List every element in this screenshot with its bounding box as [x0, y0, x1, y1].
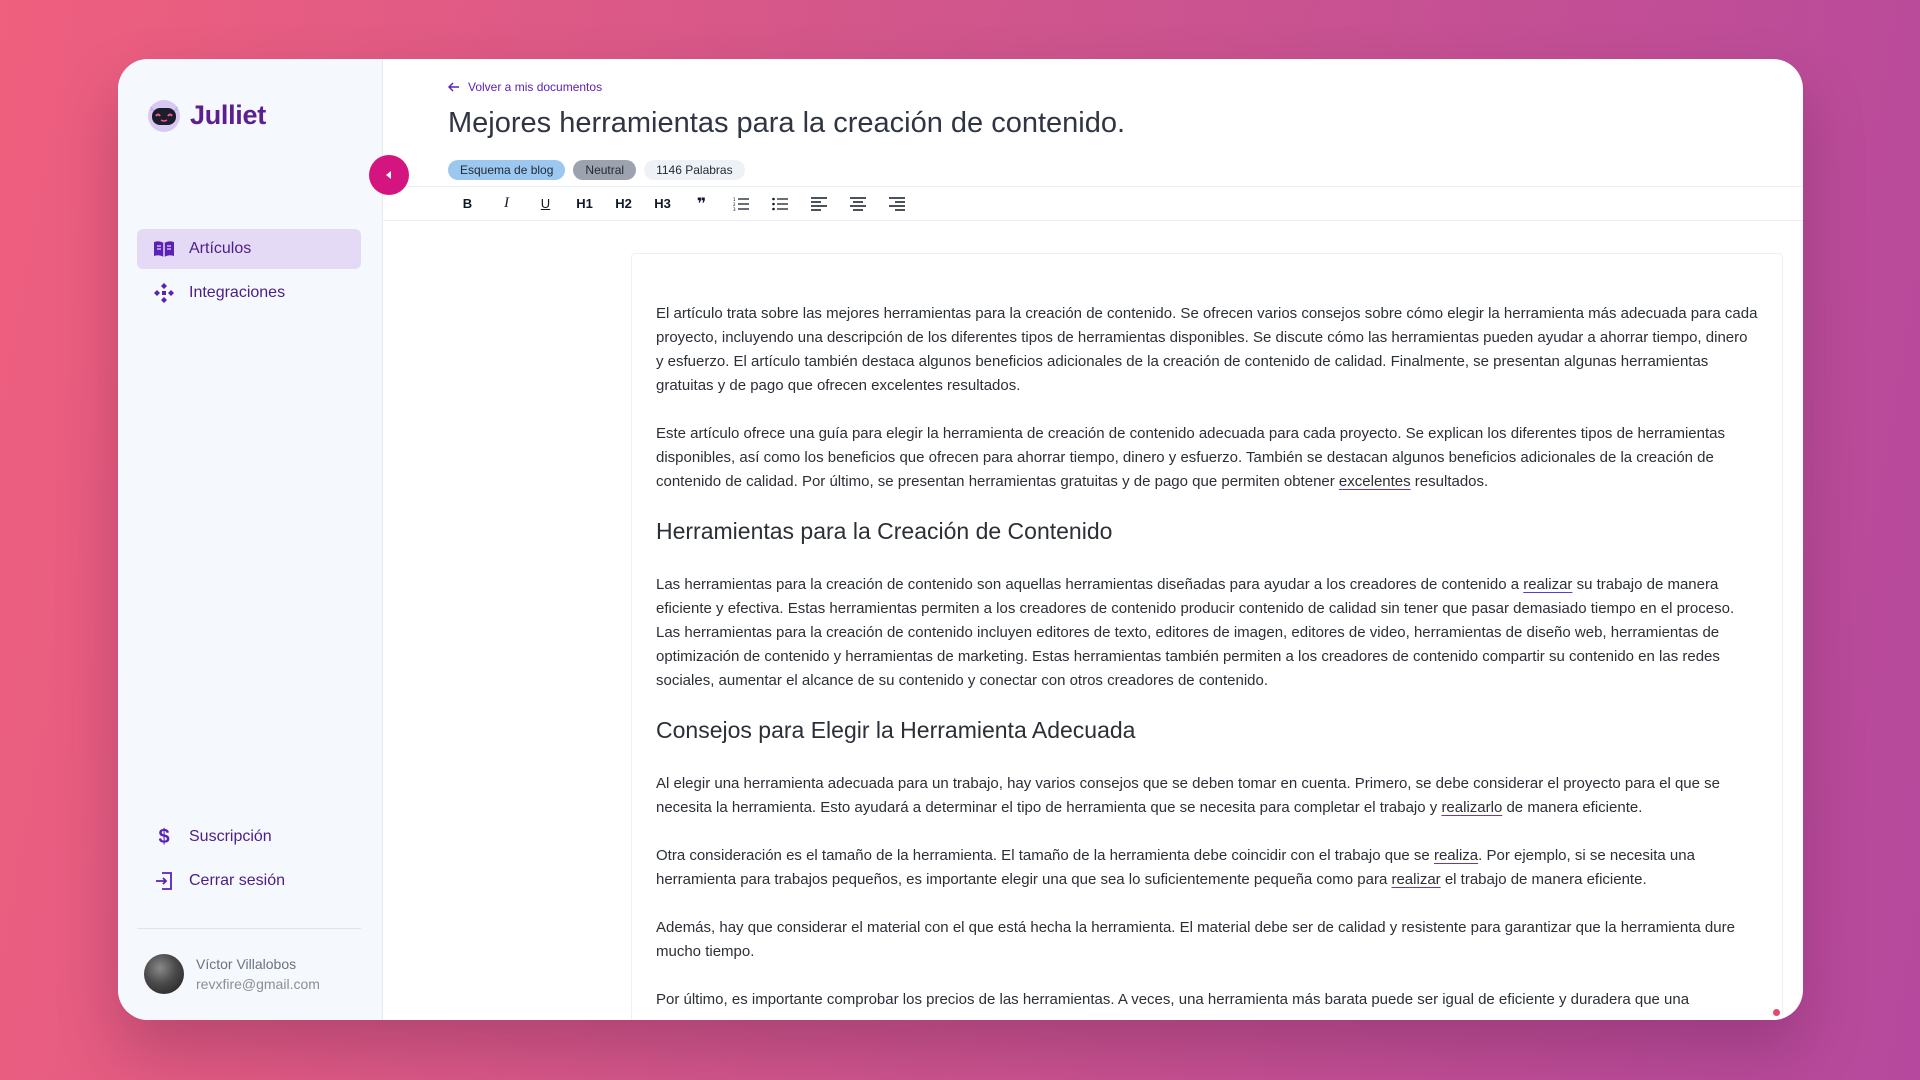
badge-tone: Neutral [573, 160, 637, 180]
paragraph: El artículo trata sobre las mejores herr… [656, 305, 1758, 394]
nav-item-suscripcion[interactable]: $ Suscripción [137, 817, 361, 857]
nav-label: Artículos [189, 240, 252, 257]
suggestion-word[interactable]: realiza [1434, 847, 1478, 864]
suggestion-word[interactable]: excelentes [1339, 473, 1411, 490]
paragraph: Al elegir una herramienta adecuada para … [656, 775, 1720, 816]
h2-button[interactable]: H2 [604, 190, 643, 218]
badge-row: Esquema de blog Neutral 1146 Palabras [448, 160, 745, 180]
nav-label: Integraciones [189, 284, 286, 301]
nav-item-cerrar-sesion[interactable]: Cerrar sesión [137, 861, 361, 901]
ordered-list-icon: 123 [733, 197, 749, 211]
paragraph: Las herramientas para la creación de con… [656, 576, 1735, 689]
robot-logo-icon [148, 100, 180, 132]
user-profile[interactable]: Víctor Villalobos revxfire@gmail.com [144, 954, 320, 994]
align-center-icon [849, 196, 866, 211]
user-email: revxfire@gmail.com [196, 976, 320, 992]
logo[interactable]: Julliet [144, 97, 266, 133]
paragraph: Otra consideración es el tamaño de la he… [656, 847, 1695, 888]
app-name: Julliet [190, 99, 266, 130]
paragraph: Este artículo ofrece una guía para elegi… [656, 425, 1725, 490]
bullet-list-button[interactable] [760, 190, 799, 218]
nav-label: Suscripción [189, 828, 272, 845]
bullet-list-icon [771, 197, 788, 210]
collapse-sidebar-button[interactable] [369, 155, 409, 195]
ordered-list-button[interactable]: 123 [721, 190, 760, 218]
suggestion-dot[interactable] [1773, 1009, 1780, 1016]
nav-label: Cerrar sesión [189, 872, 286, 889]
quote-icon: ❞ [696, 195, 707, 213]
align-right-icon [888, 196, 905, 211]
integrations-icon [153, 282, 175, 304]
format-toolbar: B I U H1 H2 H3 ❞ 123 [383, 186, 1803, 221]
align-center-button[interactable] [838, 190, 877, 218]
paragraph: Por último, es importante comprobar los … [656, 991, 1690, 1008]
h1-button[interactable]: H1 [565, 190, 604, 218]
align-left-icon [810, 196, 827, 211]
underline-button[interactable]: U [526, 190, 565, 218]
badge-word-count: 1146 Palabras [644, 160, 745, 180]
nav-item-articulos[interactable]: Artículos [137, 229, 361, 269]
user-name: Víctor Villalobos [196, 956, 297, 972]
svg-text:3: 3 [733, 207, 736, 211]
bottom-nav: $ Suscripción Cerrar sesión [137, 817, 361, 905]
logout-icon [153, 870, 175, 892]
app-window: Julliet Artículos Integraciones $ Suscri… [118, 59, 1803, 1020]
arrow-left-icon [448, 82, 459, 92]
badge-type: Esquema de blog [448, 160, 566, 180]
suggestion-word[interactable]: realizar [1391, 871, 1440, 888]
section-heading: Herramientas para la Creación de Conteni… [656, 518, 1113, 544]
suggestion-word[interactable]: realizarlo [1441, 799, 1502, 816]
document-title[interactable]: Mejores herramientas para la creación de… [448, 107, 1125, 140]
book-icon [153, 238, 175, 260]
dollar-icon: $ [158, 825, 170, 848]
align-right-button[interactable] [877, 190, 916, 218]
quote-button[interactable]: ❞ [682, 190, 721, 218]
bold-button[interactable]: B [448, 190, 487, 218]
align-left-button[interactable] [799, 190, 838, 218]
back-link[interactable]: Volver a mis documentos [448, 80, 602, 94]
main-area: Volver a mis documentos Mejores herramie… [383, 59, 1803, 1020]
suggestion-word[interactable]: realizar [1523, 576, 1572, 593]
main-nav: Artículos Integraciones [137, 229, 361, 317]
section-heading: Consejos para Elegir la Herramienta Adec… [656, 717, 1136, 743]
h3-button[interactable]: H3 [643, 190, 682, 218]
sidebar: Julliet Artículos Integraciones $ Suscri… [118, 59, 383, 1020]
caret-left-icon [386, 171, 391, 179]
paragraph: Además, hay que considerar el material c… [656, 919, 1735, 960]
italic-button[interactable]: I [487, 190, 526, 218]
document-editor[interactable]: El artículo trata sobre las mejores herr… [631, 253, 1783, 1020]
sidebar-divider [137, 928, 361, 929]
avatar [144, 954, 184, 994]
back-link-label: Volver a mis documentos [468, 80, 603, 94]
nav-item-integraciones[interactable]: Integraciones [137, 273, 361, 313]
